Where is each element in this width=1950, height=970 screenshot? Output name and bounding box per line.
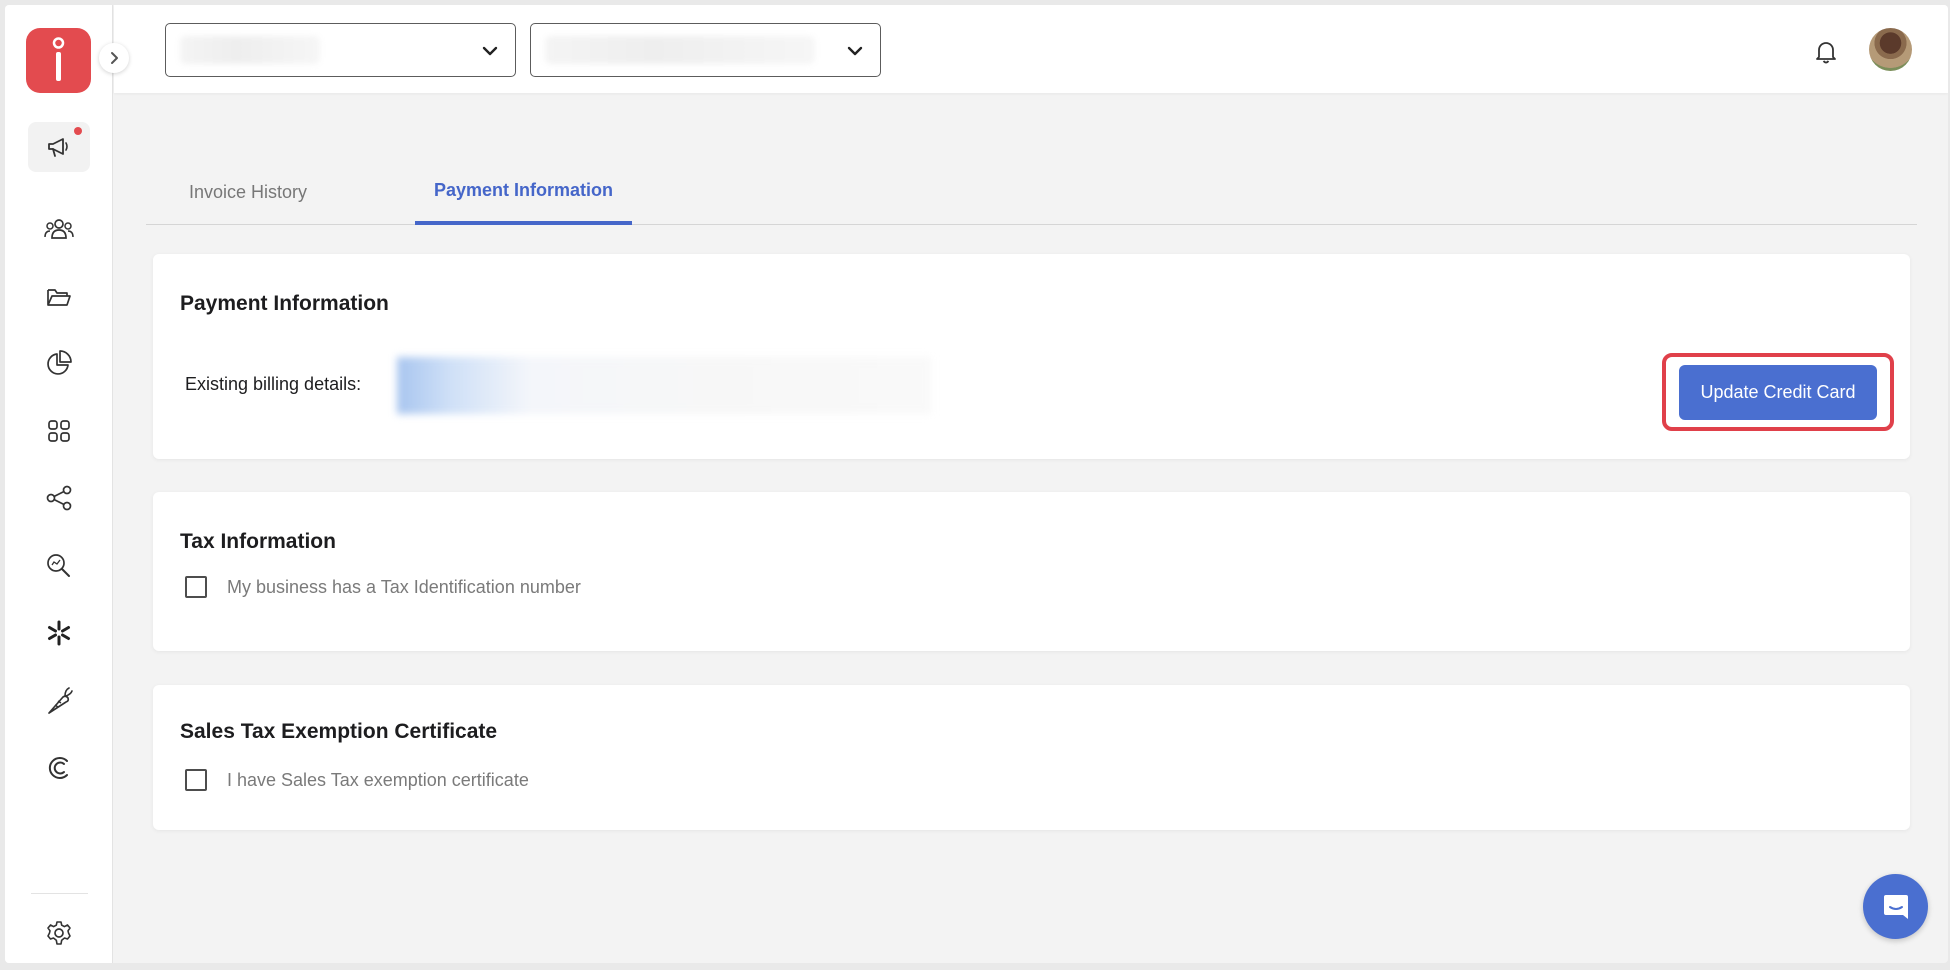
tab-payment-information[interactable]: Payment Information (415, 160, 632, 225)
checkbox-label: I have Sales Tax exemption certificate (227, 769, 529, 790)
sidebar-item-apps[interactable] (28, 406, 90, 456)
store-dropdown[interactable] (530, 23, 881, 77)
apps-grid-icon (48, 420, 70, 442)
card-title: Tax Information (180, 530, 336, 553)
logo-icon[interactable] (26, 28, 91, 93)
update-credit-card-button[interactable]: Update Credit Card (1679, 365, 1877, 420)
sidebar-item-search[interactable] (28, 541, 90, 591)
sidebar-item-c-integration[interactable] (28, 743, 90, 793)
billing-details-value (397, 357, 931, 414)
tax-id-checkbox[interactable] (185, 576, 207, 598)
megaphone-icon (48, 138, 68, 157)
tab-bar: Invoice History Payment Information (146, 160, 1917, 225)
c-logo-icon (48, 757, 68, 779)
chevron-down-icon (847, 46, 863, 56)
sidebar-item-analytics[interactable] (28, 338, 90, 388)
chat-widget-button[interactable] (1863, 874, 1928, 939)
tax-information-card: Tax Information My business has a Tax Id… (153, 492, 1910, 651)
exemption-checkbox[interactable] (185, 769, 207, 791)
sidebar-item-users[interactable] (28, 204, 90, 254)
chevron-down-icon (482, 46, 498, 56)
chat-icon (1883, 894, 1908, 919)
payment-information-card: Payment Information Existing billing det… (153, 254, 1910, 459)
exemption-checkbox-row[interactable]: I have Sales Tax exemption certificate (185, 769, 529, 791)
top-bar (114, 5, 1948, 93)
notification-dot (74, 127, 82, 135)
card-title: Payment Information (180, 292, 389, 315)
sparkle-icon (48, 620, 70, 646)
dropdown-value (545, 36, 815, 64)
avatar[interactable] (1869, 28, 1912, 71)
tab-invoice-history[interactable]: Invoice History (179, 160, 317, 225)
sidebar (5, 5, 129, 963)
bell-icon (1816, 42, 1836, 64)
gear-icon (47, 921, 71, 945)
search-analytics-icon (47, 554, 70, 577)
pie-chart-icon (47, 350, 72, 375)
sales-tax-exemption-card: Sales Tax Exemption Certificate I have S… (153, 685, 1910, 830)
billing-label: Existing billing details: (185, 374, 362, 394)
sidebar-item-integrations[interactable] (28, 608, 90, 658)
sidebar-item-carrot[interactable] (28, 676, 90, 726)
tax-id-checkbox-row[interactable]: My business has a Tax Identification num… (185, 576, 581, 598)
card-title: Sales Tax Exemption Certificate (180, 720, 498, 743)
app-window: Invoice History Payment Information Paym… (5, 5, 1948, 963)
dropdown-value (180, 36, 320, 64)
sidebar-item-settings[interactable] (28, 908, 90, 958)
users-icon (44, 219, 74, 239)
sidebar-item-share[interactable] (28, 473, 90, 523)
carrot-icon (48, 687, 73, 714)
share-icon (46, 485, 72, 511)
chevron-right-icon (111, 52, 118, 64)
sidebar-divider (31, 893, 88, 894)
notifications-button[interactable] (1813, 39, 1839, 70)
checkbox-label: My business has a Tax Identification num… (227, 576, 581, 597)
folder-icon (47, 289, 71, 306)
sidebar-item-announcements[interactable] (28, 122, 90, 172)
sidebar-item-folders[interactable] (28, 272, 90, 322)
account-dropdown[interactable] (165, 23, 516, 77)
sidebar-expand-button[interactable] (99, 43, 129, 73)
